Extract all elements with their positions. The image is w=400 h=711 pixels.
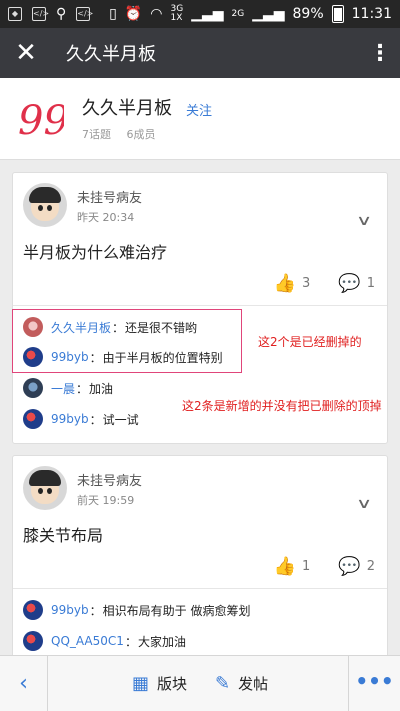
- new-post-label: 发帖: [238, 675, 269, 693]
- clock-time: 11:31: [351, 6, 392, 22]
- new-post-button[interactable]: ✎ 发帖: [215, 673, 268, 694]
- avatar: [23, 378, 43, 398]
- reply-text: 试一试: [102, 412, 139, 427]
- avatar: [23, 409, 43, 429]
- new-note: 这2条是新增的并没有把已删除的顶掉: [182, 399, 382, 413]
- reply-author[interactable]: 一晨: [51, 380, 75, 397]
- status-bar: ◆ </> ⚲ </> ▯ ⏰ ◠ 3G 1X ▁▃▅ 2G ▁▃▅ 89% 11…: [0, 0, 400, 28]
- avatar[interactable]: [23, 466, 67, 510]
- notification-icon: ◆: [8, 7, 22, 21]
- divider: [13, 305, 387, 306]
- member-count: 6成员: [126, 128, 156, 141]
- avatar[interactable]: [23, 183, 67, 227]
- board-meta: 7话题 6成员: [82, 126, 168, 142]
- board-logo-text: 99: [18, 98, 64, 142]
- signal-icon: ▁▃▅: [191, 6, 224, 22]
- comment-count: 2: [366, 559, 375, 574]
- post-stats: 👍 3 💬 1: [274, 273, 375, 294]
- post-time: 昨天 20:34: [77, 211, 135, 224]
- post-title[interactable]: 膝关节布局: [23, 522, 103, 546]
- grid-icon: ▦: [132, 673, 150, 694]
- like-count: 1: [302, 559, 311, 574]
- post-author[interactable]: 未挂号病友: [77, 187, 142, 206]
- board-header: 99 久久半月板 关注 7话题 6成员: [0, 78, 400, 160]
- board-logo: 99: [18, 98, 64, 142]
- list-item[interactable]: 99byb：相识布局有助于 做病愈筹划: [23, 597, 250, 623]
- bottom-bar: ‹ ▦ 版块 ✎ 发帖 •••: [0, 655, 400, 711]
- reply-author[interactable]: 99byb: [51, 603, 89, 617]
- close-icon[interactable]: ✕: [0, 38, 52, 68]
- comment-icon[interactable]: 💬: [338, 556, 360, 577]
- like-count: 3: [302, 276, 311, 291]
- topic-count: 7话题: [82, 128, 111, 141]
- reply-author[interactable]: 99byb: [51, 412, 89, 426]
- chevron-down-icon[interactable]: ∨: [356, 213, 372, 229]
- code-icon: </>: [32, 7, 49, 21]
- code-icon-2: </>: [76, 7, 93, 21]
- network-3g: 3G 1X: [170, 4, 184, 23]
- reply-author[interactable]: QQ_AA50C1: [51, 634, 124, 648]
- avatar: [23, 600, 43, 620]
- reply-text: 相识布局有助于 做病愈筹划: [102, 603, 251, 618]
- post-time: 前天 19:59: [77, 494, 135, 507]
- divider: [13, 588, 387, 589]
- page-title: 久久半月板: [66, 44, 156, 65]
- post-stats: 👍 1 💬 2: [274, 556, 375, 577]
- network-2g: 2G: [231, 8, 245, 19]
- deleted-note: 这2个是已经删掉的: [258, 335, 362, 349]
- deleted-highlight-box: [12, 309, 242, 373]
- list-item[interactable]: 一晨：加油: [23, 375, 113, 401]
- comment-icon[interactable]: 💬: [338, 273, 360, 294]
- alarm-icon: ⏰: [124, 6, 143, 22]
- chevron-down-icon[interactable]: ∨: [356, 496, 372, 512]
- post-card[interactable]: 未挂号病友 前天 19:59 ∨ 膝关节布局 👍 1 💬 2 99byb：相识布…: [12, 455, 388, 665]
- more-menu-icon[interactable]: ⋮: [360, 41, 400, 66]
- app-bar: ✕ 久久半月板 ⋮: [0, 28, 400, 78]
- thumbs-up-icon[interactable]: 👍: [274, 556, 296, 577]
- vibrate-icon: ▯: [109, 6, 117, 22]
- board-tab-button[interactable]: ▦ 版块: [132, 673, 187, 694]
- list-item[interactable]: QQ_AA50C1：大家加油: [23, 628, 186, 654]
- board-tab-label: 版块: [157, 675, 188, 693]
- battery-icon: [331, 5, 344, 23]
- more-options-icon[interactable]: •••: [348, 655, 400, 711]
- wifi-icon: ◠: [150, 6, 163, 22]
- post-author[interactable]: 未挂号病友: [77, 470, 142, 489]
- edit-icon: ✎: [215, 673, 231, 694]
- list-item[interactable]: 99byb：试一试: [23, 406, 139, 432]
- post-title[interactable]: 半月板为什么难治疗: [23, 239, 167, 263]
- signal-icon-2: ▁▃▅: [252, 6, 285, 22]
- back-icon[interactable]: ‹: [0, 655, 48, 711]
- battery-percent: 89%: [292, 6, 324, 22]
- follow-button[interactable]: 关注: [186, 100, 212, 119]
- reply-text: 加油: [89, 381, 114, 396]
- reply-text: 大家加油: [137, 634, 186, 649]
- thumbs-up-icon[interactable]: 👍: [274, 273, 296, 294]
- usb-icon: ⚲: [56, 6, 67, 22]
- comment-count: 1: [366, 276, 375, 291]
- avatar: [23, 631, 43, 651]
- board-name: 久久半月板: [82, 98, 172, 119]
